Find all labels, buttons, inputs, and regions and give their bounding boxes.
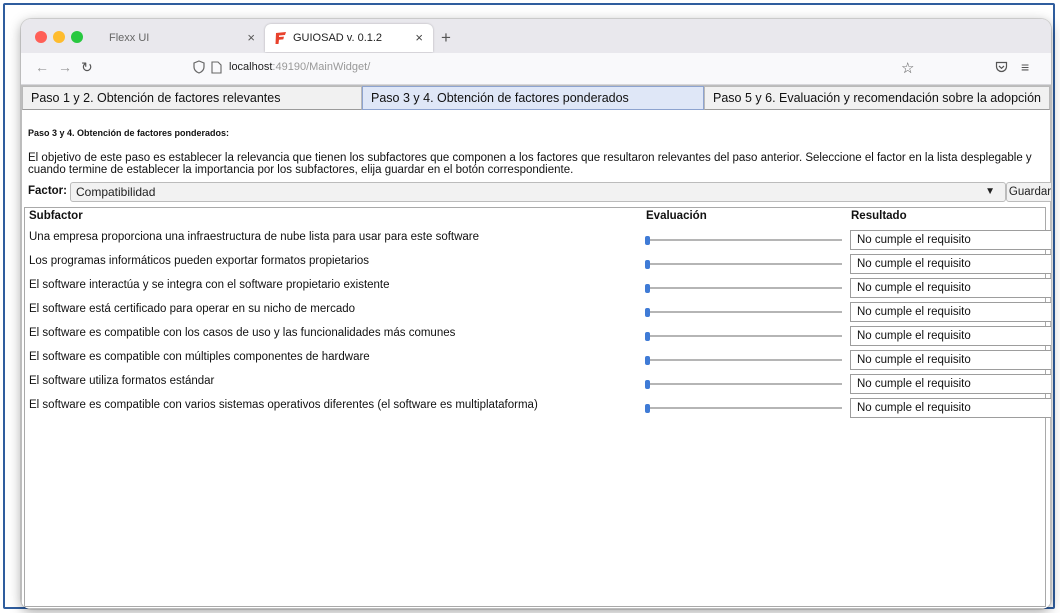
subfactor-label: El software es compatible con varios sis…: [29, 399, 538, 411]
result-field[interactable]: No cumple el requisito: [850, 302, 1051, 322]
result-field[interactable]: No cumple el requisito: [850, 278, 1051, 298]
url-path: :49190/MainWidget/: [272, 61, 371, 73]
tab-title: Flexx UI: [109, 32, 150, 44]
slider-thumb[interactable]: [645, 284, 650, 293]
slider-track: [646, 407, 842, 409]
chevron-down-icon: ▼: [985, 186, 995, 197]
tab-paso-5-6[interactable]: Paso 5 y 6. Evaluación y recomendación s…: [704, 86, 1050, 110]
save-button[interactable]: Guardar: [1006, 182, 1051, 202]
factor-dropdown[interactable]: Compatibilidad ▼: [70, 182, 1006, 202]
table-row: El software es compatible con varios sis…: [25, 394, 1051, 418]
slider-track: [646, 359, 842, 361]
step-tabs: Paso 1 y 2. Obtención de factores releva…: [22, 86, 1050, 110]
new-tab-button[interactable]: +: [441, 24, 451, 52]
subfactor-label: El software es compatible con múltiples …: [29, 351, 370, 363]
evaluation-slider[interactable]: [645, 284, 842, 293]
subfactor-label: Una empresa proporciona una infraestruct…: [29, 231, 480, 243]
slider-track: [646, 311, 842, 313]
tab-paso-3-4[interactable]: Paso 3 y 4. Obtención de factores ponder…: [362, 86, 704, 110]
address-bar[interactable]: localhost:49190/MainWidget/: [229, 61, 370, 73]
forward-arrow-icon[interactable]: →: [58, 59, 72, 75]
browser-tab-guiosad[interactable]: GUIOSAD v. 0.1.2 ×: [265, 24, 433, 52]
url-host: localhost: [229, 61, 273, 73]
result-field[interactable]: No cumple el requisito: [850, 350, 1051, 370]
table-row: Los programas informáticos pueden export…: [25, 250, 1051, 274]
reload-icon[interactable]: ↻: [81, 59, 93, 76]
subfactor-label: El software interactúa y se integra con …: [29, 279, 390, 291]
browser-nav-bar: ← → ↻ localhost:49190/MainWidget/ ☆ ≡: [21, 53, 1051, 85]
column-header-resultado: Resultado: [851, 210, 907, 222]
column-header-subfactor: Subfactor: [29, 210, 83, 222]
evaluation-slider[interactable]: [645, 236, 842, 245]
close-window-button[interactable]: [35, 31, 47, 43]
result-field[interactable]: No cumple el requisito: [850, 398, 1051, 418]
table-row: El software interactúa y se integra con …: [25, 274, 1051, 298]
column-header-evaluacion: Evaluación: [646, 210, 707, 222]
subfactor-table: Subfactor Evaluación Resultado Una empre…: [24, 207, 1051, 607]
subfactor-label: El software utiliza formatos estándar: [29, 375, 215, 387]
bookmark-star-icon[interactable]: ☆: [901, 59, 914, 77]
evaluation-slider[interactable]: [645, 404, 842, 413]
tab-close-icon[interactable]: ×: [415, 24, 423, 52]
screenshot-frame: Flexx UI × GUIOSAD v. 0.1.2 × + ← → ↻ lo…: [3, 3, 1055, 609]
slider-track: [646, 383, 842, 385]
result-field[interactable]: No cumple el requisito: [850, 326, 1051, 346]
hamburger-menu-icon[interactable]: ≡: [1021, 59, 1029, 75]
slider-thumb[interactable]: [645, 308, 650, 317]
slider-track: [646, 239, 842, 241]
tab-title: GUIOSAD v. 0.1.2: [293, 32, 383, 44]
tab-paso-1-2[interactable]: Paso 1 y 2. Obtención de factores releva…: [22, 86, 362, 110]
slider-thumb[interactable]: [645, 260, 650, 269]
slider-thumb[interactable]: [645, 380, 650, 389]
factor-label: Factor:: [28, 185, 67, 197]
back-arrow-icon[interactable]: ←: [35, 59, 49, 75]
browser-tab-flexx[interactable]: Flexx UI ×: [99, 24, 265, 52]
table-row: El software es compatible con múltiples …: [25, 346, 1051, 370]
pocket-icon[interactable]: [995, 61, 1008, 73]
result-field[interactable]: No cumple el requisito: [850, 254, 1051, 274]
step-description: El objetivo de este paso es establecer l…: [28, 152, 1032, 176]
result-field[interactable]: No cumple el requisito: [850, 374, 1051, 394]
slider-track: [646, 263, 842, 265]
slider-thumb[interactable]: [645, 356, 650, 365]
app-content: Paso 1 y 2. Obtención de factores releva…: [21, 85, 1051, 609]
page-info-icon[interactable]: [211, 61, 222, 74]
subfactor-label: El software está certificado para operar…: [29, 303, 356, 315]
slider-thumb[interactable]: [645, 404, 650, 413]
table-row: El software utiliza formatos estándar No…: [25, 370, 1051, 394]
evaluation-slider[interactable]: [645, 308, 842, 317]
browser-window: Flexx UI × GUIOSAD v. 0.1.2 × + ← → ↻ lo…: [21, 19, 1051, 609]
evaluation-slider[interactable]: [645, 332, 842, 341]
browser-tab-strip: Flexx UI × GUIOSAD v. 0.1.2 × +: [21, 19, 1051, 53]
table-row: Una empresa proporciona una infraestruct…: [25, 226, 1051, 250]
flexx-favicon-icon: [275, 32, 286, 44]
zoom-window-button[interactable]: [71, 31, 83, 43]
subfactor-label: Los programas informáticos pueden export…: [29, 255, 370, 267]
slider-track: [646, 287, 842, 289]
section-heading: Paso 3 y 4. Obtención de factores ponder…: [28, 128, 230, 138]
tracking-shield-icon[interactable]: [193, 60, 205, 74]
evaluation-slider[interactable]: [645, 260, 842, 269]
result-field[interactable]: No cumple el requisito: [850, 230, 1051, 250]
subfactor-label: El software es compatible con los casos …: [29, 327, 456, 339]
minimize-window-button[interactable]: [53, 31, 65, 43]
factor-selected-value: Compatibilidad: [76, 185, 156, 199]
tab-close-icon[interactable]: ×: [247, 24, 255, 52]
table-row: El software es compatible con los casos …: [25, 322, 1051, 346]
table-row: El software está certificado para operar…: [25, 298, 1051, 322]
evaluation-slider[interactable]: [645, 380, 842, 389]
evaluation-slider[interactable]: [645, 356, 842, 365]
slider-thumb[interactable]: [645, 332, 650, 341]
slider-track: [646, 335, 842, 337]
slider-thumb[interactable]: [645, 236, 650, 245]
